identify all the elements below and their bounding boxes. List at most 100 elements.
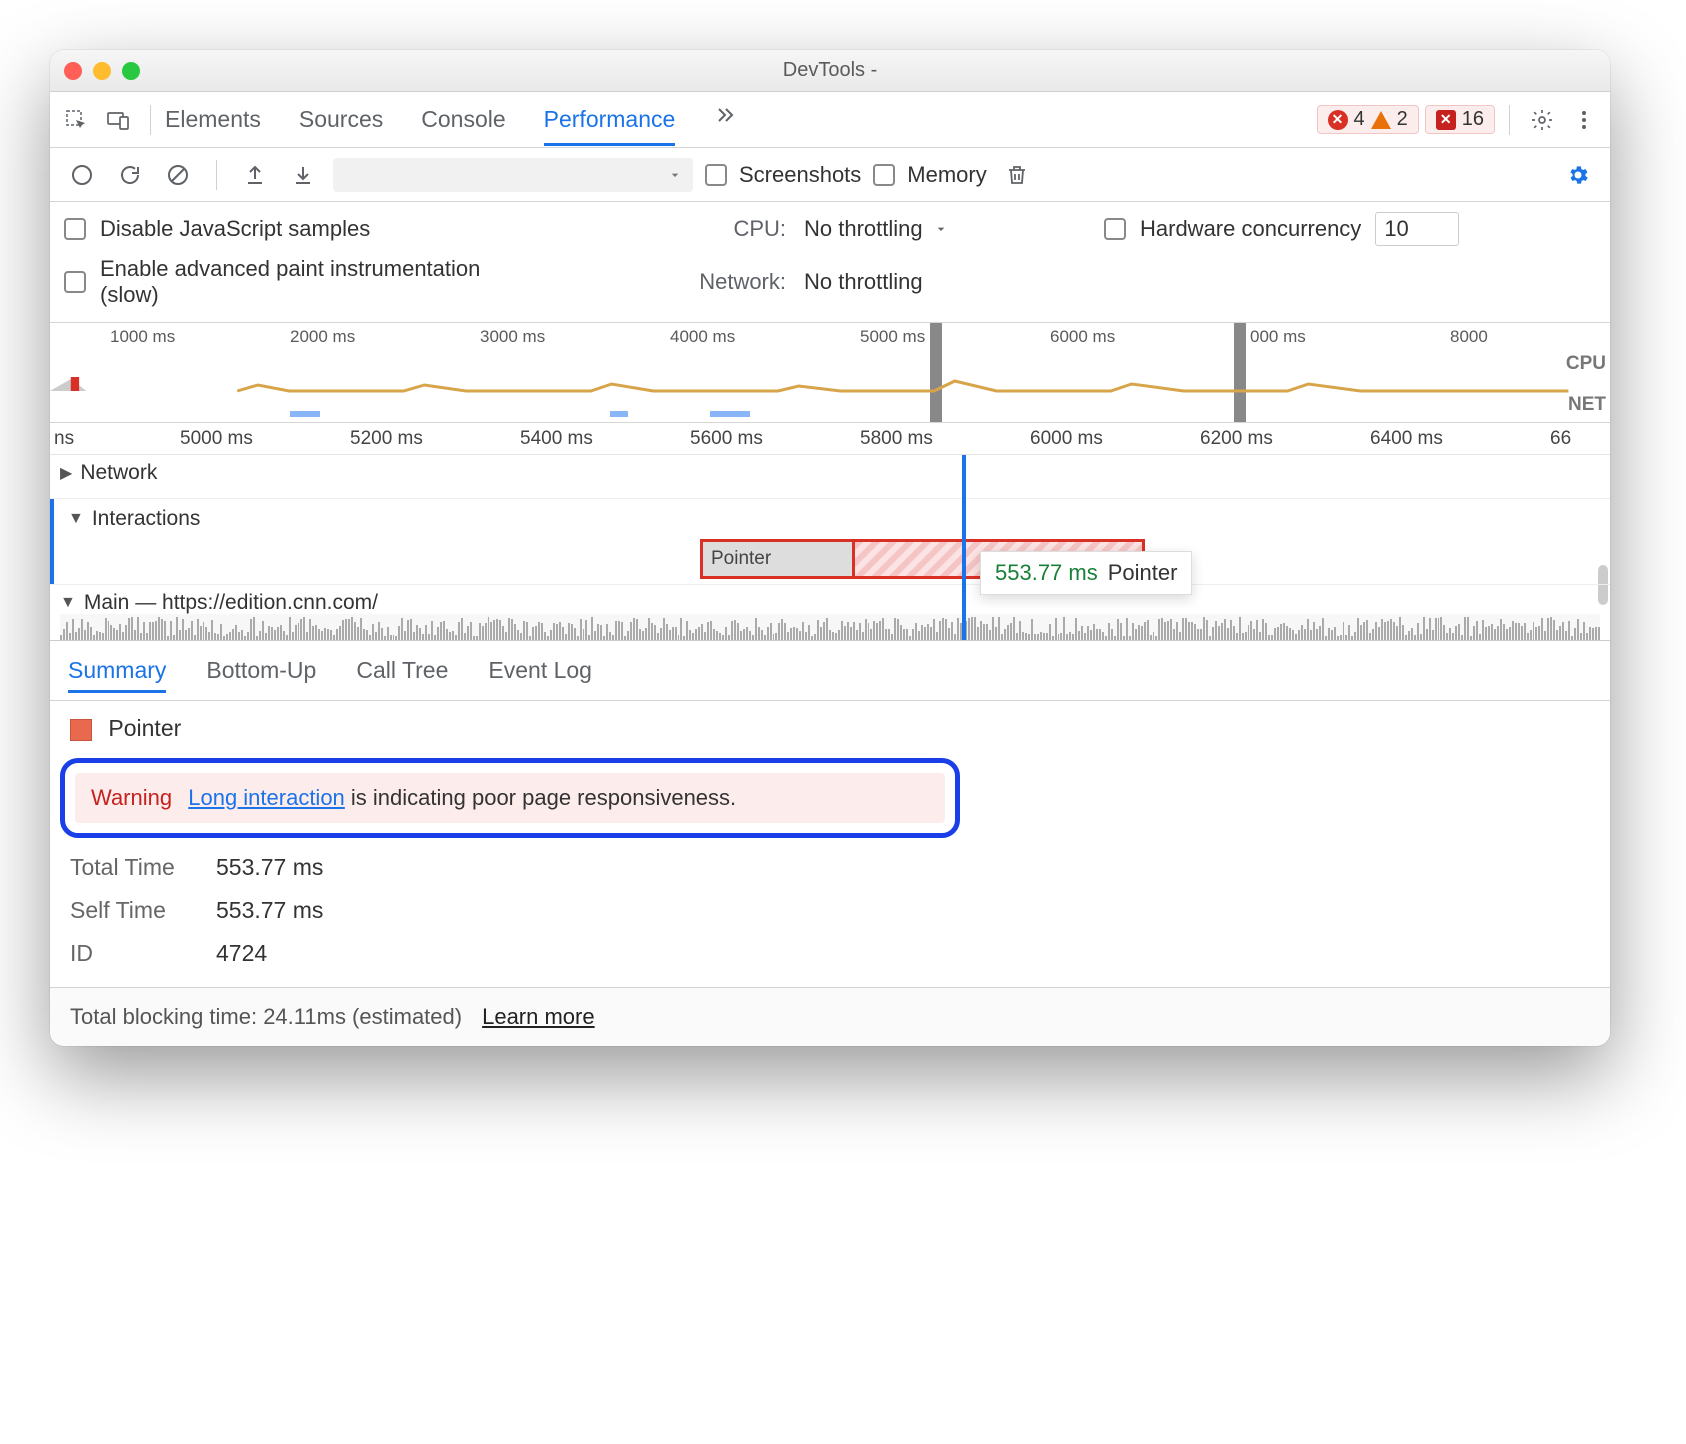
cpu-select[interactable]: No throttling [804, 216, 1104, 242]
event-tooltip: 553.77 ms Pointer [980, 551, 1192, 595]
dtab-calltree[interactable]: Call Tree [356, 651, 448, 690]
errors-badge[interactable]: ✕ 4 2 [1317, 105, 1419, 134]
more-tabs-icon[interactable] [713, 103, 749, 139]
network-label: Network: [584, 269, 804, 295]
ruler-tick: 6400 ms [1370, 428, 1443, 450]
track-interactions[interactable]: ▼ Interactions Pointer 553.77 ms Pointer [50, 499, 1610, 585]
panel-settings-icon[interactable] [1560, 157, 1596, 193]
advanced-paint-checkbox[interactable] [64, 271, 86, 293]
warnings-count: 2 [1397, 108, 1408, 131]
advanced-paint-label: Enable advanced paint instrumentation (s… [100, 256, 520, 308]
capture-options: Disable JavaScript samples CPU: No throt… [50, 202, 1610, 323]
minimize-icon[interactable] [93, 62, 111, 80]
warning-label: Warning [91, 785, 172, 810]
status-badges: ✕ 4 2 ✕ 16 [1317, 105, 1496, 134]
id-row: ID 4724 [70, 940, 1590, 967]
ruler-tick: 5400 ms [520, 428, 593, 450]
tooltip-duration: 553.77 ms [995, 560, 1098, 586]
interaction-event[interactable]: Pointer [700, 539, 855, 579]
chevron-down-icon [933, 221, 949, 237]
hw-concurrency-input[interactable]: 10 [1375, 212, 1459, 246]
separator [1509, 105, 1510, 135]
learn-more-link[interactable]: Learn more [482, 1004, 595, 1030]
disclosure-down-icon[interactable]: ▼ [60, 594, 76, 612]
zoom-icon[interactable] [122, 62, 140, 80]
overview-tick: 5000 ms [860, 327, 925, 347]
close-icon[interactable] [64, 62, 82, 80]
tab-performance[interactable]: Performance [544, 96, 676, 146]
disclosure-down-icon[interactable]: ▼ [68, 510, 84, 528]
warning-highlight: Warning Long interaction is indicating p… [60, 758, 960, 838]
hw-concurrency-checkbox[interactable] [1104, 218, 1126, 240]
ruler-tick: 5600 ms [690, 428, 763, 450]
record-icon[interactable] [64, 157, 100, 193]
dtab-summary[interactable]: Summary [68, 651, 166, 693]
trash-icon[interactable] [999, 157, 1035, 193]
overview-activity [50, 351, 1610, 393]
overview-tick: 1000 ms [110, 327, 175, 347]
hw-concurrency-label: Hardware concurrency [1140, 216, 1361, 242]
overview-tick: 8000 [1450, 327, 1488, 347]
network-select[interactable]: No throttling [804, 269, 1104, 295]
footer: Total blocking time: 24.11ms (estimated)… [50, 987, 1610, 1046]
long-interaction-link[interactable]: Long interaction [188, 785, 345, 810]
ruler-tick: 5000 ms [180, 428, 253, 450]
clear-icon[interactable] [160, 157, 196, 193]
tab-console[interactable]: Console [421, 96, 505, 143]
warning-text: is indicating poor page responsiveness. [345, 785, 736, 810]
disclosure-right-icon[interactable]: ▶ [60, 463, 72, 483]
upload-icon[interactable] [237, 157, 273, 193]
extension-error-icon: ✕ [1436, 110, 1456, 130]
flame-chart[interactable]: ▶ Network ▼ Interactions Pointer 553.77 … [50, 455, 1610, 641]
current-time-marker[interactable] [962, 455, 966, 640]
tab-elements[interactable]: Elements [165, 96, 261, 143]
id-value: 4724 [216, 940, 267, 967]
cpu-label: CPU: [584, 216, 804, 242]
disable-js-checkbox[interactable] [64, 218, 86, 240]
inspect-element-icon[interactable] [58, 102, 94, 138]
dtab-eventlog[interactable]: Event Log [488, 651, 592, 690]
kebab-menu-icon[interactable] [1566, 102, 1602, 138]
track-main[interactable]: ▼ Main — https://edition.cnn.com/ [50, 585, 1610, 641]
separator [150, 105, 151, 135]
ruler-tick: 6200 ms [1200, 428, 1273, 450]
download-icon[interactable] [285, 157, 321, 193]
error-icon: ✕ [1328, 110, 1348, 130]
ext-badge[interactable]: ✕ 16 [1425, 105, 1495, 134]
ruler-tick: 5800 ms [860, 428, 933, 450]
device-mode-icon[interactable] [100, 102, 136, 138]
summary-pane: Pointer Warning Long interaction is indi… [50, 701, 1610, 987]
tab-sources[interactable]: Sources [299, 96, 383, 143]
reload-record-icon[interactable] [112, 157, 148, 193]
ruler-tick: 5200 ms [350, 428, 423, 450]
summary-swatch [70, 719, 92, 741]
overview-timeline[interactable]: 1000 ms 2000 ms 3000 ms 4000 ms 5000 ms … [50, 323, 1610, 423]
detail-tabs: Summary Bottom-Up Call Tree Event Log [50, 641, 1610, 701]
tbt-text: Total blocking time: 24.11ms (estimated) [70, 1004, 462, 1030]
disable-js-label: Disable JavaScript samples [100, 216, 370, 242]
settings-gear-icon[interactable] [1524, 102, 1560, 138]
warning-icon [1371, 111, 1391, 129]
ruler-tick: 6000 ms [1030, 428, 1103, 450]
chevron-down-icon [667, 167, 683, 183]
overview-tick: 000 ms [1250, 327, 1306, 347]
summary-title-row: Pointer [70, 715, 1590, 742]
traffic-lights [64, 62, 140, 80]
dtab-bottomup[interactable]: Bottom-Up [206, 651, 316, 690]
window-title: DevTools - [50, 59, 1610, 82]
panel-toolbar: Elements Sources Console Performance ✕ 4… [50, 92, 1610, 148]
memory-label: Memory [907, 162, 986, 188]
overview-tick: 3000 ms [480, 327, 545, 347]
overview-tick: 2000 ms [290, 327, 355, 347]
ruler-tick: ns [54, 428, 74, 450]
track-network[interactable]: ▶ Network [50, 455, 1610, 499]
profile-select[interactable] [333, 158, 693, 192]
self-time-value: 553.77 ms [216, 897, 323, 924]
screenshots-checkbox[interactable] [705, 164, 727, 186]
memory-checkbox[interactable] [873, 164, 895, 186]
timeline-ruler[interactable]: ns 5000 ms 5200 ms 5400 ms 5600 ms 5800 … [50, 423, 1610, 455]
self-time-row: Self Time 553.77 ms [70, 897, 1590, 924]
total-time-row: Total Time 553.77 ms [70, 854, 1590, 881]
overview-tick: 6000 ms [1050, 327, 1115, 347]
devtools-window: DevTools - Elements Sources Console Perf… [50, 50, 1610, 1046]
